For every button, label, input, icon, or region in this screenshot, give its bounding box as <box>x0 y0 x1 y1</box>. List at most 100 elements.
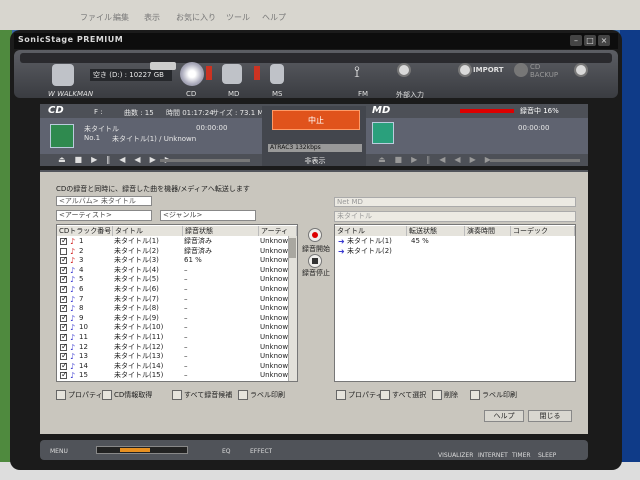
fm-antenna-icon[interactable]: ⟟ <box>354 62 374 84</box>
visualizer-button[interactable]: VISUALIZER <box>438 452 473 459</box>
right-label-print-button[interactable]: ラベル印刷 <box>470 390 517 401</box>
stop-recording-button[interactable]: 中止 <box>272 110 360 130</box>
media-play-pause-icon[interactable] <box>150 62 176 70</box>
track-checkbox[interactable] <box>60 342 68 351</box>
internet-button[interactable]: INTERNET <box>478 452 508 459</box>
table-row[interactable]: ♪11 未タイトル(11) – Unknown <box>57 332 288 342</box>
effect-button[interactable]: EFFECT <box>250 448 272 455</box>
table-row[interactable]: ♪4 未タイトル(4) – Unknown <box>57 265 288 275</box>
cd-backup-label[interactable]: CD BACKUP <box>530 63 570 79</box>
table-row[interactable]: ♪2 未タイトル(2) 録音済み Unknown <box>57 246 288 256</box>
menu-button[interactable]: MENU <box>50 448 68 455</box>
table-row[interactable]: ♪10 未タイトル(10) – Unknown <box>57 322 288 332</box>
table-row[interactable]: ♪13 未タイトル(13) – Unknown <box>57 351 288 361</box>
cd-icon[interactable] <box>180 62 204 86</box>
eq-button[interactable]: EQ <box>222 448 231 455</box>
import-button-icon[interactable] <box>458 63 472 77</box>
close-window-button[interactable]: × <box>598 35 610 46</box>
timer-button[interactable]: TIMER <box>512 452 531 459</box>
md-info-panel <box>366 118 588 154</box>
track-checkbox[interactable] <box>60 265 68 274</box>
md-device-label: MD <box>228 90 240 98</box>
browser-menu-help[interactable]: ヘルプ <box>262 12 286 23</box>
table-row[interactable]: ♪1 未タイトル(1) 録音済み Unknown <box>57 236 288 246</box>
table-row[interactable]: ♪9 未タイトル(9) – Unknown <box>57 313 288 323</box>
column-header-artist[interactable]: アーティ <box>259 226 297 236</box>
track-checkbox[interactable] <box>60 274 68 284</box>
track-checkbox[interactable] <box>60 351 68 361</box>
md-icon[interactable] <box>222 64 242 84</box>
genre-dropdown[interactable]: <ジャンル> <box>160 210 256 221</box>
track-checkbox[interactable] <box>60 332 68 341</box>
track-checkbox[interactable] <box>60 322 68 332</box>
memory-stick-icon[interactable] <box>270 64 284 84</box>
sleep-button[interactable]: SLEEP <box>538 452 556 459</box>
table-row[interactable]: ♪5 未タイトル(5) – Unknown <box>57 274 288 284</box>
track-artist: Unknown <box>260 333 288 341</box>
maximize-button[interactable]: □ <box>584 35 596 46</box>
album-field[interactable]: <アルバム> 未タイトル <box>56 196 152 206</box>
settings-icon[interactable] <box>574 63 588 77</box>
track-checkbox[interactable] <box>60 361 68 370</box>
help-button[interactable]: ヘルプ <box>484 410 524 422</box>
track-checkbox[interactable] <box>60 370 68 380</box>
table-row[interactable]: ♪6 未タイトル(6) – Unknown <box>57 284 288 294</box>
browser-menu-tools[interactable]: ツール <box>226 12 250 23</box>
track-artist: Unknown <box>260 352 288 361</box>
cd-seek-bar[interactable] <box>160 159 250 162</box>
md-transport-icons[interactable]: ⏏■▶‖◀◀▶▶ <box>378 155 500 164</box>
hide-panel-button[interactable]: 非表示 <box>272 156 358 166</box>
browser-menu-view[interactable]: 表示 <box>144 12 160 23</box>
column-header-duration[interactable]: 演奏時間 <box>465 226 511 236</box>
track-list-scroll-thumb[interactable] <box>289 238 296 258</box>
close-button[interactable]: 閉じる <box>528 410 572 422</box>
column-header-rec-status[interactable]: 録音状態 <box>183 226 259 236</box>
ms-device-label: MS <box>272 90 283 98</box>
table-row[interactable]: ♪3 未タイトル(3) 61 % Unknown <box>57 255 288 265</box>
table-row[interactable]: ➜ 未タイトル(1) 45 % <box>335 237 575 246</box>
md-seek-bar[interactable] <box>490 159 580 162</box>
left-label-print-button[interactable]: ラベル印刷 <box>238 390 285 401</box>
track-checkbox[interactable] <box>60 236 68 245</box>
track-checkbox[interactable] <box>60 303 68 313</box>
table-row[interactable]: ♪14 未タイトル(14) – Unknown <box>57 361 288 371</box>
column-header-transfer-status[interactable]: 転送状態 <box>407 226 465 236</box>
right-properties-button[interactable]: プロパティ <box>336 390 383 401</box>
music-note-icon: ♪ <box>70 265 76 275</box>
import-label[interactable]: IMPORT <box>473 66 504 74</box>
column-header-codec[interactable]: コーデック <box>511 226 575 236</box>
table-row[interactable]: ♪7 未タイトル(7) – Unknown <box>57 294 288 304</box>
select-all-record-button[interactable]: すべて録音候補 <box>172 390 232 401</box>
md-time-counter: 00:00:00 <box>518 124 550 132</box>
browser-menu-file[interactable]: ファイル <box>80 12 112 23</box>
free-space-selector[interactable]: 空き (D:) : 10227 GB <box>90 69 172 81</box>
track-checkbox[interactable] <box>60 284 68 293</box>
external-input-icon[interactable] <box>397 63 411 77</box>
column-header-md-title[interactable]: タイトル <box>335 226 407 236</box>
minimize-button[interactable]: – <box>570 35 582 46</box>
browser-menu-edit[interactable]: 編集 <box>113 12 129 23</box>
table-row[interactable]: ♪15 未タイトル(15) – Unknown <box>57 370 288 380</box>
delete-button[interactable]: 削除 <box>432 390 458 401</box>
track-checkbox[interactable] <box>60 313 68 322</box>
track-checkbox[interactable] <box>60 255 68 265</box>
hdd-icon[interactable] <box>52 64 74 86</box>
table-row[interactable]: ➜ 未タイトル(2) <box>335 247 575 256</box>
table-row[interactable]: ♪8 未タイトル(8) – Unknown <box>57 303 288 313</box>
track-checkbox[interactable] <box>60 294 68 303</box>
track-rec-status: – <box>184 361 188 370</box>
transfer-arrow-icon: ➜ <box>338 246 345 256</box>
track-checkbox[interactable] <box>60 247 67 255</box>
browser-menu-favorites[interactable]: お気に入り <box>176 12 216 23</box>
column-header-title[interactable]: タイトル <box>113 226 183 236</box>
track-rec-status: 録音済み <box>184 246 212 255</box>
cd-backup-button-icon[interactable] <box>514 63 528 77</box>
cd-info-button[interactable]: CD情報取得 <box>102 390 152 401</box>
table-row[interactable]: ♪12 未タイトル(12) – Unknown <box>57 342 288 352</box>
track-title: 未タイトル(8) <box>114 304 159 313</box>
column-header-track-no[interactable]: CDトラック番号 <box>57 226 113 236</box>
left-properties-button[interactable]: プロパティ <box>56 390 103 401</box>
artist-dropdown[interactable]: <アーティスト> <box>56 210 152 221</box>
select-all-button[interactable]: すべて選択 <box>380 390 426 401</box>
md-disc-title[interactable]: 未タイトル <box>334 211 576 222</box>
